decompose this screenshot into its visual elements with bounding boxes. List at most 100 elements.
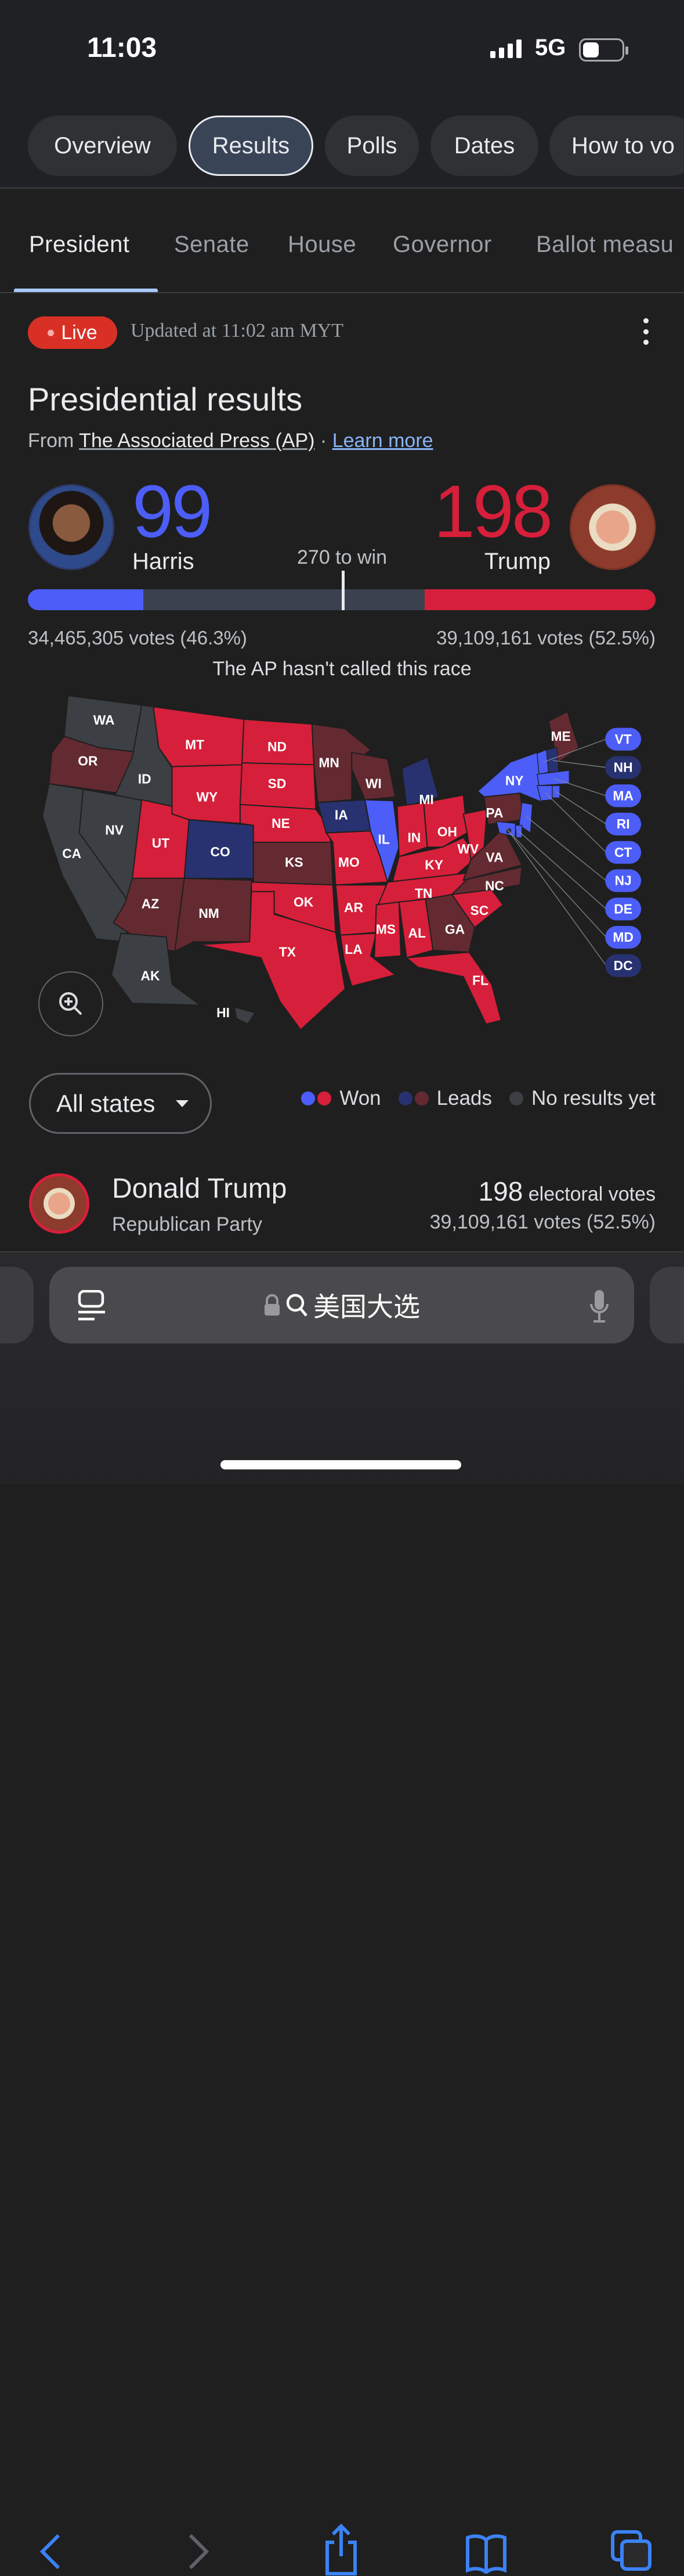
share-icon[interactable] (323, 2524, 360, 2576)
state-label-nc: NC (485, 878, 504, 894)
state-hi[interactable] (233, 1006, 256, 1025)
state-label-ak: AK (141, 968, 160, 983)
callout-line-md (506, 828, 607, 938)
bookmarks-icon[interactable] (464, 2533, 508, 2574)
state-label-fl: FL (472, 973, 488, 988)
state-label-nm: NM (198, 906, 219, 921)
callout-label-ri: RI (617, 816, 630, 831)
state-label-ny: NY (505, 773, 524, 788)
state-label-ky: KY (425, 858, 443, 873)
chip-overview[interactable]: Overview (28, 116, 177, 176)
callout-label-ct: CT (614, 845, 632, 860)
legend-leads-label: Leads (436, 1087, 493, 1109)
state-label-al: AL (408, 925, 426, 941)
legend-won-label: Won (339, 1087, 381, 1109)
map-legend: Won Leads No results yet (284, 1085, 656, 1112)
clock: 11:03 (87, 33, 157, 63)
tab-house[interactable]: House (288, 232, 356, 258)
map-zoom-button[interactable] (38, 971, 103, 1036)
battery-icon (579, 38, 628, 62)
trump-popular-votes: 39,109,161 votes (52.5%) (436, 627, 656, 648)
callout-label-md: MD (613, 929, 633, 945)
tab-governor[interactable]: Governor (393, 232, 492, 258)
section-chips: Overview Results Polls Dates How to vo (0, 99, 684, 189)
source-link[interactable]: The Associated Press (AP) (79, 430, 314, 452)
state-label-ne: NE (272, 816, 290, 831)
state-ri[interactable] (552, 785, 560, 798)
separator: · (320, 430, 327, 452)
state-label-mt: MT (185, 737, 204, 752)
us-results-map[interactable]: WA OR CA NV ID MT WY UT CO AZ NM ND SD NE KS OK TX MN IA MO… (38, 691, 662, 1032)
source-prefix: From (28, 430, 74, 452)
tab-president[interactable]: President (29, 232, 129, 258)
home-indicator[interactable] (220, 1460, 461, 1469)
learn-more-link[interactable]: Learn more (332, 430, 433, 452)
callout-line-nh (552, 760, 606, 768)
state-label-il: IL (378, 832, 390, 847)
state-label-wa: WA (93, 712, 115, 727)
state-label-ok: OK (294, 894, 314, 909)
callout-line-ma (553, 778, 607, 797)
state-label-ia: IA (335, 807, 348, 822)
more-options-icon[interactable] (638, 318, 653, 345)
state-label-ks: KS (285, 855, 303, 870)
zoom-in-icon (59, 992, 82, 1015)
state-label-wy: WY (196, 789, 218, 804)
legend-won: Won (301, 1087, 381, 1110)
race-tabs: President Senate House Governor Ballot m… (0, 190, 684, 293)
state-label-oh: OH (437, 824, 457, 840)
callout-label-nh: NH (614, 760, 633, 775)
updated-time: Updated at 11:02 am MYT (131, 320, 343, 341)
tab-senate[interactable]: Senate (174, 232, 249, 258)
to-win-label: 270 to win (297, 546, 387, 568)
chip-dates[interactable]: Dates (430, 116, 538, 176)
live-label: Live (61, 321, 97, 344)
next-tab-peek[interactable] (650, 1267, 684, 1343)
search-icon (286, 1294, 307, 1317)
state-filter-dropdown[interactable]: All states (29, 1073, 212, 1134)
state-label-hi: HI (216, 1005, 230, 1020)
chip-results[interactable]: Results (189, 116, 313, 176)
harris-bar-fill (28, 589, 144, 610)
search-query: 美国大选 (313, 1292, 420, 1322)
page-menu-icon[interactable] (77, 1290, 106, 1323)
leader-popular-votes: 39,109,161 votes (52.5%) (429, 1211, 656, 1233)
state-label-or: OR (78, 753, 97, 768)
state-fl[interactable] (405, 951, 502, 1025)
callout-label-ma: MA (613, 788, 633, 803)
previous-tab-peek[interactable] (0, 1267, 34, 1343)
forward-icon[interactable] (186, 2533, 211, 2570)
state-label-mo: MO (338, 855, 360, 870)
leader-name[interactable]: Donald Trump (112, 1173, 287, 1205)
state-label-tx: TX (279, 945, 296, 960)
leader-electoral-number: 198 (478, 1176, 523, 1206)
state-label-sd: SD (268, 776, 287, 791)
state-filter-label: All states (56, 1089, 155, 1117)
chip-polls[interactable]: Polls (325, 116, 419, 176)
leader-party: Republican Party (112, 1213, 262, 1235)
microphone-icon[interactable] (589, 1289, 610, 1324)
trump-electoral-votes: 198 (433, 470, 553, 553)
state-label-ca: CA (62, 846, 81, 861)
source-line: From The Associated Press (AP) · Learn m… (28, 430, 433, 452)
race-call-status: The AP hasn't called this race (212, 658, 472, 680)
state-label-pa: PA (486, 805, 503, 820)
state-label-az: AZ (142, 896, 159, 911)
back-icon[interactable] (38, 2533, 63, 2570)
chip-how-to-vote[interactable]: How to vo (549, 116, 684, 176)
legend-leads: Leads (398, 1087, 493, 1110)
tab-ballot-measures[interactable]: Ballot measu (536, 232, 674, 258)
state-label-co: CO (211, 844, 230, 859)
network-type: 5G (535, 35, 566, 60)
callout-label-nj: NJ (615, 873, 632, 888)
leader-electoral-suffix: electoral votes (528, 1183, 656, 1205)
live-dot-icon (48, 329, 55, 336)
signal-icon (490, 39, 522, 58)
callout-line-dc (508, 830, 607, 966)
state-de[interactable] (515, 824, 523, 838)
address-bar[interactable]: 美国大选 (49, 1267, 634, 1343)
tabs-icon[interactable] (610, 2530, 652, 2573)
state-label-va: VA (486, 850, 503, 865)
state-label-id: ID (138, 771, 151, 786)
state-label-mn: MN (319, 755, 339, 770)
